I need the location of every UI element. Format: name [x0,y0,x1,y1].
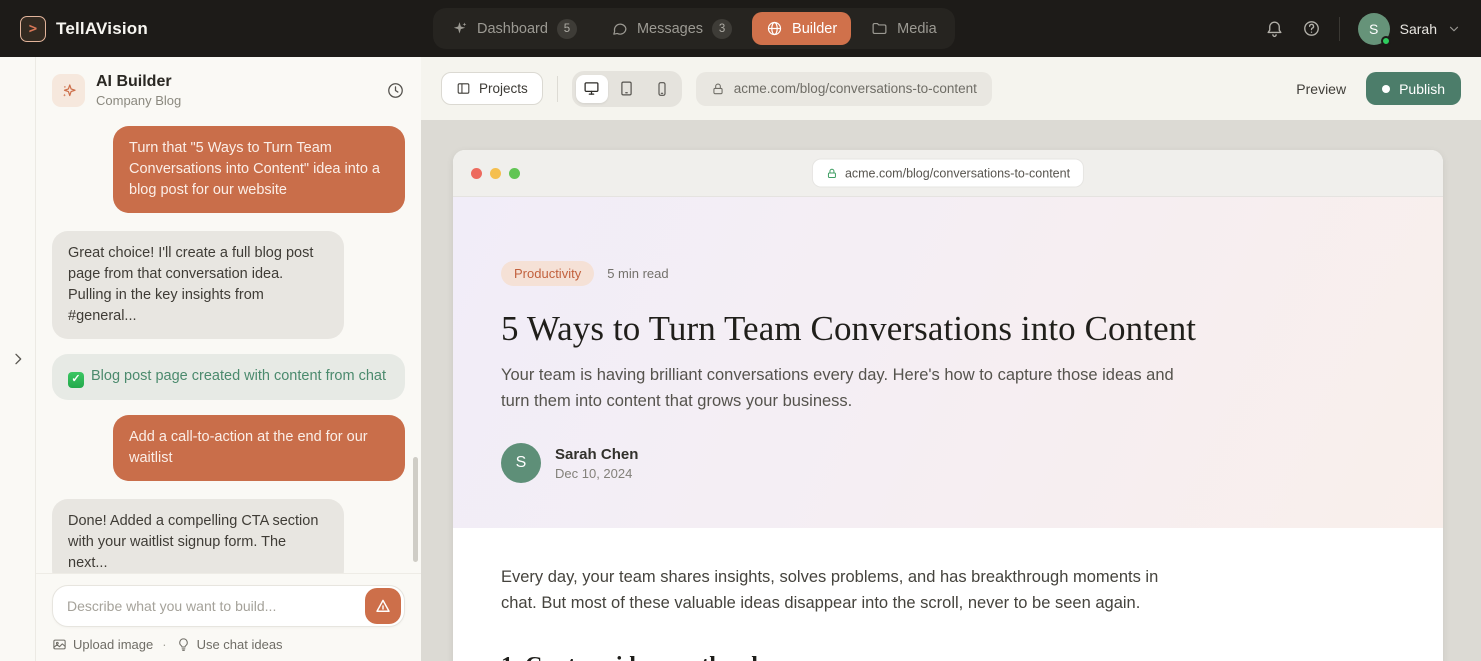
projects-button[interactable]: Projects [441,72,543,105]
tab-dashboard[interactable]: Dashboard 5 [437,12,591,45]
sidebar-subtitle: Company Blog [96,93,181,108]
top-nav: > TellAVision Dashboard 5 Messages 3 Bui… [0,0,1481,57]
brand-name: TellAVision [56,19,148,39]
notifications-bell-icon[interactable] [1265,19,1284,38]
article-meta-row: Productivity 5 min read [501,261,1395,286]
traffic-lights [471,168,520,179]
chat-message-user: Turn that "5 Ways to Turn Team Conversat… [113,126,405,213]
tablet-icon [618,80,635,97]
mobile-view-button[interactable] [646,75,678,103]
tab-label: Media [897,21,937,37]
use-chat-ideas-button[interactable]: Use chat ideas [176,637,283,652]
mobile-icon [654,81,670,97]
chat-message-user: Add a call-to-action at the end for our … [113,415,405,481]
sidebar-title: AI Builder [96,73,181,91]
site-url-text: acme.com/blog/conversations-to-content [734,81,977,96]
avatar: S [1358,13,1390,45]
article-section-heading: 1. Capture ideas as they happen [501,653,1395,661]
minimize-window-icon [490,168,501,179]
author-meta: Sarah Chen Dec 10, 2024 [555,446,638,481]
success-check-icon: ✓ [68,372,84,388]
author-row: S Sarah Chen Dec 10, 2024 [501,443,1395,483]
nav-tab-group: Dashboard 5 Messages 3 Builder Media [433,8,955,49]
footer-separator: · [162,637,166,652]
tab-media[interactable]: Media [857,12,951,45]
sidebar-rail [0,57,36,661]
article-body: Every day, your team shares insights, so… [453,528,1443,661]
sidebar-scrollbar[interactable] [413,457,418,562]
close-window-icon [471,168,482,179]
chevron-down-icon [1447,22,1461,36]
chat-message-status: ✓Blog post page created with content fro… [52,354,405,400]
user-menu[interactable]: S Sarah [1358,13,1461,45]
upload-image-button[interactable]: Upload image [52,637,153,652]
send-button[interactable] [365,588,401,624]
sparkles-icon [451,20,468,37]
panel-icon [456,81,471,96]
composer-input-row [52,585,405,627]
send-icon [374,597,392,615]
sidebar-titles: AI Builder Company Blog [96,73,181,108]
article-paragraph: Every day, your team shares insights, so… [501,565,1166,616]
tablet-view-button[interactable] [611,75,643,103]
category-badge: Productivity [501,261,594,286]
author-name: Sarah Chen [555,446,638,463]
desktop-icon [583,80,600,97]
browser-url-text: acme.com/blog/conversations-to-content [845,166,1070,180]
desktop-view-button[interactable] [576,75,608,103]
chat-icon [611,20,628,37]
article-hero: Productivity 5 min read 5 Ways to Turn T… [453,197,1443,528]
tab-messages[interactable]: Messages 3 [597,12,746,45]
builder-toolbar: Projects [421,57,1481,120]
brand[interactable]: > TellAVision [20,16,148,42]
build-prompt-input[interactable] [67,598,365,614]
tab-badge: 3 [712,19,732,39]
preview-button[interactable]: Preview [1296,81,1346,97]
site-url-bar[interactable]: acme.com/blog/conversations-to-content [696,72,992,106]
article-subtitle: Your team is having brilliant conversati… [501,363,1191,414]
publish-status-dot [1382,85,1390,93]
app-logo-icon: > [20,16,46,42]
read-time: 5 min read [607,266,668,281]
article-title: 5 Ways to Turn Team Conversations into C… [501,309,1395,349]
publish-date: Dec 10, 2024 [555,466,638,481]
toolbar-right: Preview Publish [1296,72,1461,105]
tab-builder[interactable]: Builder [752,12,851,45]
image-icon [52,637,67,652]
help-icon[interactable] [1302,19,1321,38]
user-name: Sarah [1400,21,1437,37]
toolbar-divider [557,76,558,102]
sidebar-expand-chevron-icon[interactable] [10,351,26,367]
history-clock-icon[interactable] [386,81,405,100]
tab-label: Builder [792,21,837,37]
folder-icon [871,20,888,37]
composer-footer: Upload image · Use chat ideas [52,637,405,652]
browser-chrome: acme.com/blog/conversations-to-content [453,150,1443,197]
chat-message-assistant: Great choice! I'll create a full blog po… [52,231,344,339]
online-status-dot [1381,36,1391,46]
nav-right: S Sarah [1265,13,1461,45]
sidebar-header: AI Builder Company Blog [36,57,421,122]
browser-address-pill: acme.com/blog/conversations-to-content [813,160,1083,187]
browser-preview-window: acme.com/blog/conversations-to-content P… [453,150,1443,661]
device-toggle-group [572,71,682,107]
zoom-window-icon [509,168,520,179]
nav-divider [1339,17,1340,41]
tab-badge: 5 [557,19,577,39]
lock-icon [826,167,838,179]
chat-composer: Upload image · Use chat ideas [36,573,421,661]
lightbulb-icon [176,637,191,652]
author-avatar: S [501,443,541,483]
tab-label: Messages [637,21,703,37]
globe-icon [766,20,783,37]
ai-sparkle-icon [52,74,85,107]
ai-builder-sidebar: AI Builder Company Blog Turn that "5 Way… [36,57,421,661]
lock-icon [711,82,725,96]
tab-label: Dashboard [477,21,548,37]
preview-canvas: acme.com/blog/conversations-to-content P… [421,120,1481,661]
publish-button[interactable]: Publish [1366,72,1461,105]
builder-main: Projects [421,57,1481,661]
